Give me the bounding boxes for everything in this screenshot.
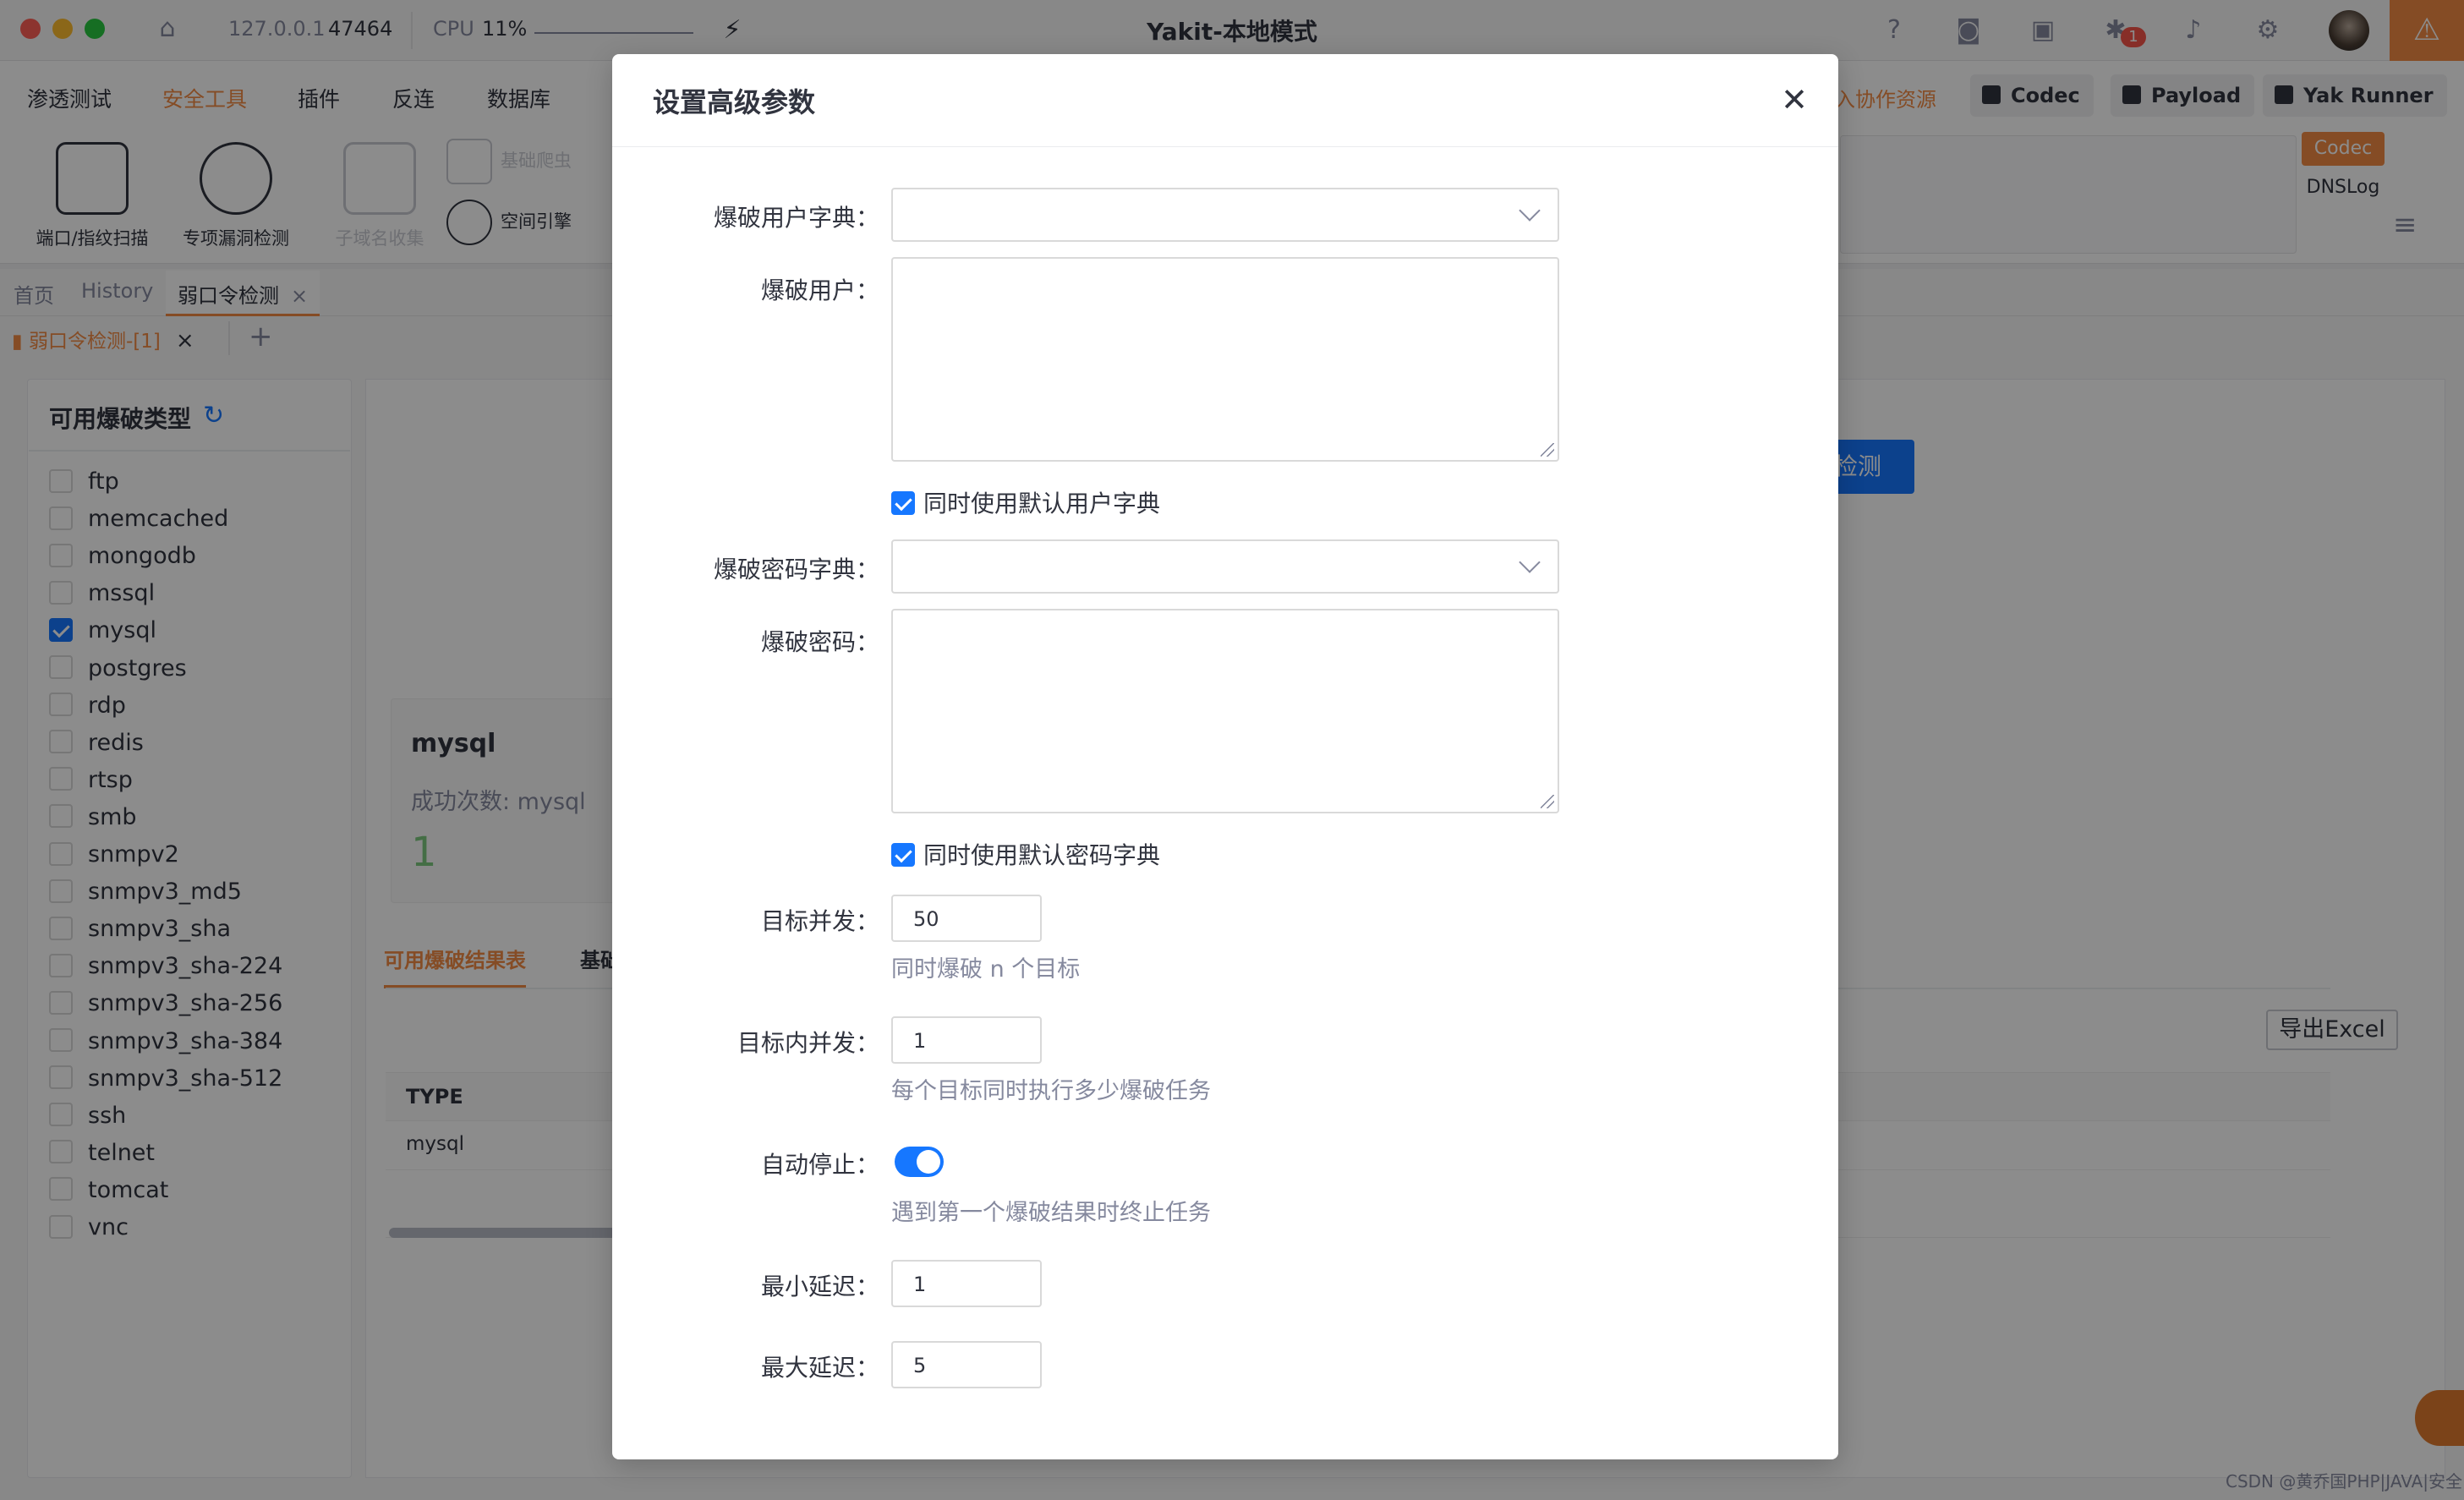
min-delay-input[interactable]: 1 xyxy=(891,1260,1042,1307)
inner-concurrency-help: 每个目标同时执行多少爆破任务 xyxy=(891,1078,1211,1104)
close-icon[interactable]: ✕ xyxy=(1776,81,1813,118)
switch-knob[interactable] xyxy=(917,1150,940,1174)
user-dict-label: 爆破用户字典： xyxy=(713,204,879,232)
resize-grip-icon[interactable] xyxy=(1541,795,1554,808)
checkbox-label: 同时使用默认密码字典 xyxy=(923,841,1161,869)
pass-label: 爆破密码： xyxy=(760,628,879,656)
checkbox-icon[interactable] xyxy=(891,843,915,867)
resize-grip-icon[interactable] xyxy=(1541,443,1554,457)
inner-concurrency-label: 目标内并发： xyxy=(736,1029,879,1057)
max-delay-label: 最大延迟： xyxy=(760,1354,879,1382)
default-pass-dict-checkbox[interactable]: 同时使用默认密码字典 xyxy=(891,840,1160,871)
target-concurrency-help: 同时爆破 n 个目标 xyxy=(891,956,1081,983)
chevron-down-icon xyxy=(1519,551,1541,573)
pass-textarea[interactable] xyxy=(891,609,1559,813)
min-delay-label: 最小延迟： xyxy=(760,1273,879,1300)
modal-title: 设置高级参数 xyxy=(653,86,816,118)
checkbox-label: 同时使用默认用户字典 xyxy=(923,490,1161,517)
default-user-dict-checkbox[interactable]: 同时使用默认用户字典 xyxy=(891,489,1160,519)
target-concurrency-label: 目标并发： xyxy=(760,907,879,935)
checkbox-icon[interactable] xyxy=(891,491,915,515)
target-concurrency-input[interactable]: 50 xyxy=(891,895,1042,942)
pass-dict-select[interactable] xyxy=(891,539,1559,594)
chevron-down-icon xyxy=(1519,200,1541,222)
auto-stop-label: 自动停止： xyxy=(760,1151,879,1179)
user-label: 爆破用户： xyxy=(760,276,879,304)
pass-dict-label: 爆破密码字典： xyxy=(713,556,879,583)
max-delay-input[interactable]: 5 xyxy=(891,1341,1042,1388)
auto-stop-help: 遇到第一个爆破结果时终止任务 xyxy=(891,1200,1211,1226)
user-textarea[interactable] xyxy=(891,257,1559,462)
inner-concurrency-input[interactable]: 1 xyxy=(891,1016,1042,1064)
user-dict-select[interactable] xyxy=(891,188,1559,242)
